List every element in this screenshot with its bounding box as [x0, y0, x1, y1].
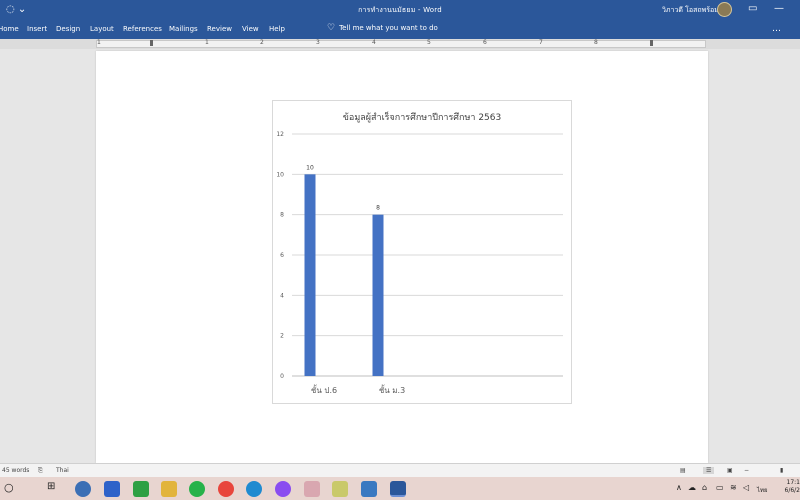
ruler-number: 1 — [205, 39, 209, 46]
indent-marker[interactable] — [150, 40, 153, 46]
tab-view[interactable]: View — [242, 25, 259, 33]
right-indent-marker[interactable] — [650, 40, 653, 46]
y-tick-label: 2 — [280, 333, 284, 340]
tab-design[interactable]: Design — [56, 25, 80, 33]
data-label: 8 — [376, 205, 380, 212]
word-taskbar-icon[interactable] — [390, 481, 406, 497]
volume-icon[interactable]: ◁ — [743, 483, 749, 492]
wifi-icon[interactable]: ≋ — [730, 483, 737, 492]
app-icon[interactable] — [304, 481, 320, 497]
file-explorer-icon[interactable] — [161, 481, 177, 497]
horizontal-ruler[interactable]: 1 1 2 3 4 5 6 7 8 — [0, 39, 800, 49]
read-mode-icon[interactable]: ▤ — [680, 467, 686, 474]
title-bar: ◌ ⌄ การทำงานนมัธยม - Word วิภาวดี โอสถพร… — [0, 0, 800, 20]
print-layout-icon[interactable]: ☰ — [703, 467, 715, 474]
zoom-slider[interactable]: ▮ — [780, 467, 783, 474]
avatar[interactable] — [717, 2, 732, 17]
messenger-icon[interactable] — [275, 481, 291, 497]
tab-review[interactable]: Review — [207, 25, 232, 33]
tab-references[interactable]: References — [123, 25, 162, 33]
user-name[interactable]: วิภาวดี โอสถพร้อม — [662, 5, 719, 16]
data-label: 10 — [306, 164, 314, 171]
network-icon[interactable]: ⌂ — [702, 483, 707, 492]
x-category-label: ชั้น ม.3 — [379, 384, 405, 395]
y-tick-label: 4 — [280, 292, 284, 299]
bar[interactable] — [372, 214, 384, 376]
taskbar: ○ ⊞ ∧ ☁ ⌂ ▭ ≋ ◁ ไทย 17:1 6/6/2 — [0, 477, 800, 500]
paint-icon[interactable] — [332, 481, 348, 497]
status-bar: 45 words ⎘ Thai ▤ ☰ ▣ − ▮ — [0, 463, 800, 477]
web-layout-icon[interactable]: ▣ — [727, 467, 733, 474]
clock-time: 17:1 — [786, 479, 800, 486]
mail-icon[interactable] — [104, 481, 120, 497]
y-tick-label: 6 — [280, 252, 284, 259]
ruler-number: 6 — [483, 39, 487, 46]
tell-me-text: Tell me what you want to do — [339, 24, 438, 32]
task-view-icon[interactable]: ⊞ — [47, 481, 55, 492]
minimize-icon[interactable]: — — [774, 3, 784, 14]
chevron-up-icon[interactable]: ∧ — [676, 483, 682, 492]
word-count[interactable]: 45 words — [2, 467, 29, 474]
search-icon[interactable]: ○ — [4, 481, 14, 494]
ruler-number: 8 — [594, 39, 598, 46]
bar-chart[interactable]: 0 2 4 6 8 10 12 10 ชั้น ป.6 8 ชั้น ม.3 — [272, 120, 572, 400]
zoom-out-icon[interactable]: − — [744, 467, 749, 474]
ruler-track — [96, 40, 706, 48]
comments-icon[interactable]: … — [772, 24, 781, 34]
x-category-label: ชั้น ป.6 — [311, 384, 337, 395]
photos-icon[interactable] — [361, 481, 377, 497]
tab-layout[interactable]: Layout — [90, 25, 114, 33]
onedrive-icon[interactable]: ☁ — [688, 483, 696, 492]
tab-home[interactable]: Home — [0, 25, 19, 33]
ribbon-display-icon[interactable]: ▭ — [748, 3, 757, 14]
line-icon[interactable] — [189, 481, 205, 497]
language-indicator[interactable]: Thai — [56, 467, 69, 474]
browser-icon[interactable] — [75, 481, 91, 497]
proofing-icon[interactable]: ⎘ — [38, 467, 43, 475]
tell-me-box[interactable]: ♡ Tell me what you want to do — [327, 23, 438, 33]
edge-icon[interactable] — [246, 481, 262, 497]
y-tick-label: 12 — [276, 131, 284, 138]
ruler-number: 1 — [97, 39, 101, 46]
y-tick-label: 0 — [280, 373, 284, 380]
lightbulb-icon: ♡ — [327, 23, 336, 33]
ruler-number: 3 — [316, 39, 320, 46]
ribbon-tabs: Home Insert Design Layout References Mai… — [0, 20, 800, 39]
wechat-icon[interactable] — [133, 481, 149, 497]
ruler-number: 4 — [372, 39, 376, 46]
clock-date: 6/6/2 — [784, 487, 800, 494]
y-tick-label: 10 — [276, 171, 284, 178]
bar[interactable] — [304, 174, 316, 376]
y-tick-label: 8 — [280, 212, 284, 219]
clock[interactable]: 17:1 6/6/2 — [776, 479, 800, 495]
ruler-number: 5 — [427, 39, 431, 46]
ruler-number: 2 — [260, 39, 264, 46]
battery-icon[interactable]: ▭ — [716, 483, 724, 492]
input-language[interactable]: ไทย — [757, 485, 768, 495]
ruler-number: 7 — [539, 39, 543, 46]
chrome-icon[interactable] — [218, 481, 234, 497]
tab-mailings[interactable]: Mailings — [169, 25, 198, 33]
tab-help[interactable]: Help — [269, 25, 285, 33]
tab-insert[interactable]: Insert — [27, 25, 47, 33]
